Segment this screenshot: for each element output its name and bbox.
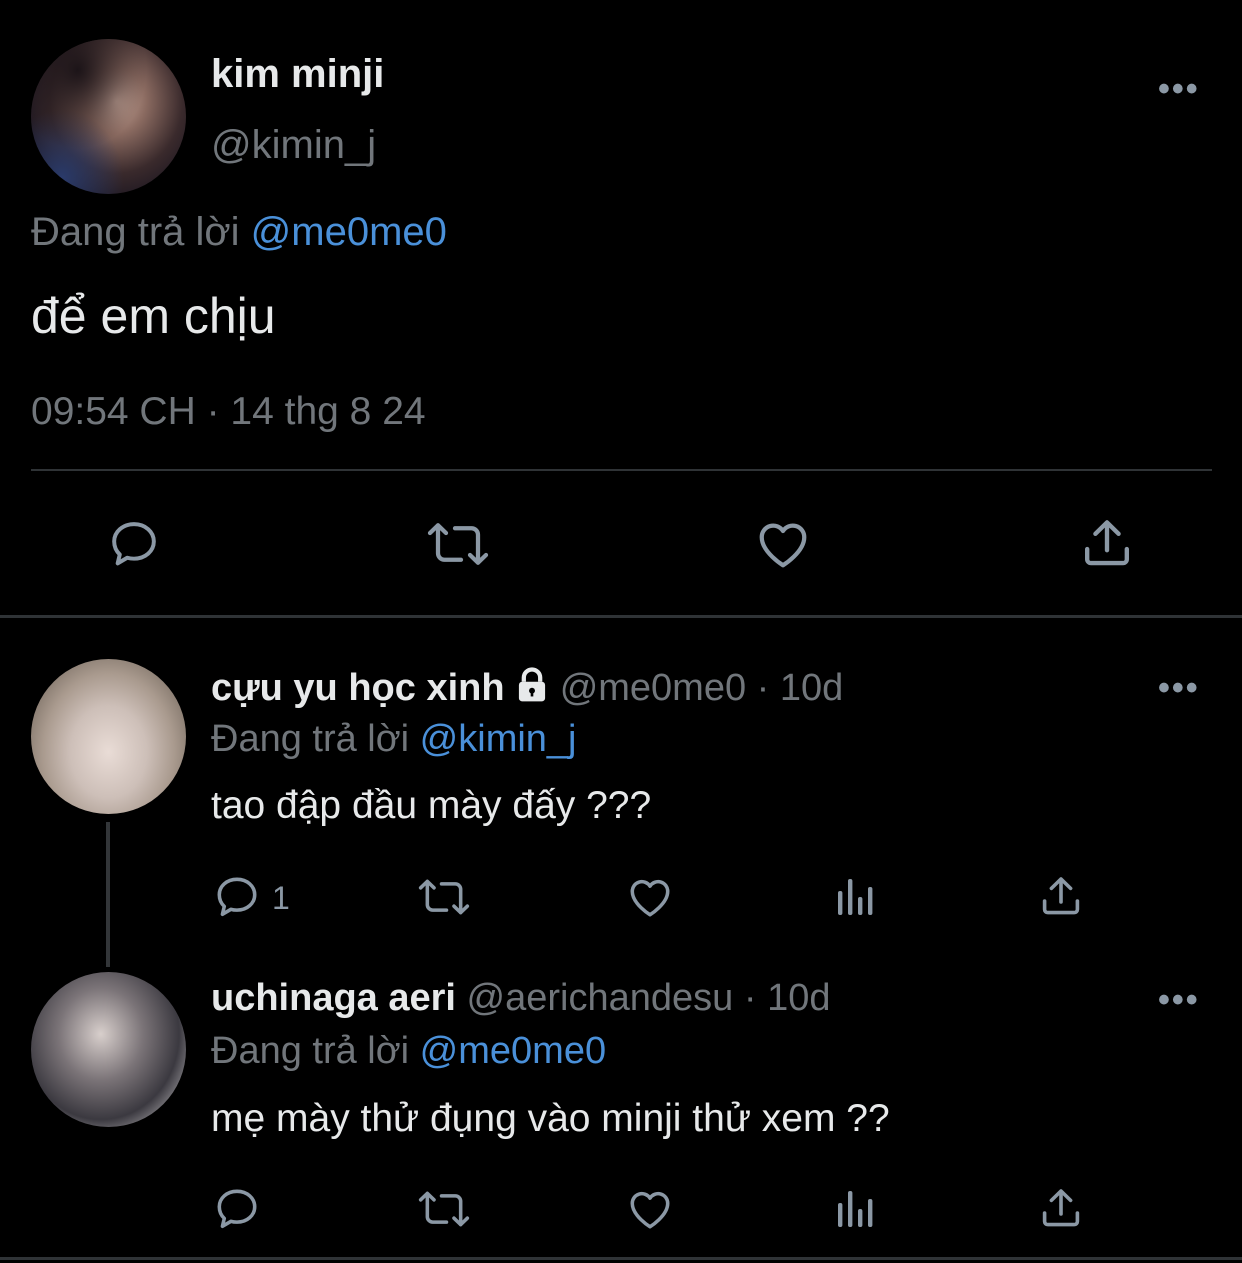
- reply-1-header: cựu yu học xinh @me0me0 · 10d: [211, 667, 843, 713]
- reply-1-replying-to: Đang trả lời @kimin_j: [211, 718, 577, 761]
- section-divider: [0, 615, 1242, 618]
- retweet-icon[interactable]: [425, 514, 491, 574]
- replying-to-line: Đang trả lời @me0me0: [31, 210, 447, 255]
- reply-2-display-name[interactable]: uchinaga aeri: [211, 977, 456, 1019]
- reply-1-reply-icon[interactable]: [212, 872, 262, 922]
- replying-to-prefix: Đang trả lời: [31, 210, 240, 254]
- tweet-timestamp[interactable]: 09:54 CH · 14 thg 8 24: [31, 390, 426, 434]
- author-handle[interactable]: @kimin_j: [211, 123, 376, 168]
- reply-1-more-options-icon[interactable]: •••: [1158, 671, 1200, 705]
- reply-2-reply-icon[interactable]: [212, 1184, 262, 1234]
- reply-1-share-icon[interactable]: [1037, 872, 1085, 920]
- replying-to-handle[interactable]: @kimin_j: [420, 718, 577, 760]
- bottom-divider: [0, 1257, 1242, 1260]
- more-options-icon[interactable]: •••: [1158, 72, 1200, 106]
- replying-to-handle[interactable]: @me0me0: [420, 1030, 606, 1072]
- reply-2-share-icon[interactable]: [1037, 1184, 1085, 1232]
- reply-2-retweet-icon[interactable]: [416, 1184, 472, 1234]
- lock-icon: [515, 667, 549, 713]
- avatar-reply-1[interactable]: [31, 659, 186, 814]
- tweet-text: để em chịu: [31, 288, 276, 344]
- like-icon[interactable]: [753, 514, 813, 574]
- avatar-kim-minji[interactable]: [31, 39, 186, 194]
- reply-2-more-options-icon[interactable]: •••: [1158, 983, 1200, 1017]
- reply-2-separator: ·: [733, 977, 768, 1019]
- divider: [31, 469, 1212, 471]
- reply-icon[interactable]: [106, 516, 162, 572]
- avatar-reply-2[interactable]: [31, 972, 186, 1127]
- share-icon[interactable]: [1078, 514, 1136, 572]
- reply-2-age[interactable]: 10d: [767, 977, 830, 1019]
- reply-1-age[interactable]: 10d: [780, 667, 843, 709]
- reply-1-like-icon[interactable]: [625, 872, 675, 922]
- thread-connector: [106, 822, 110, 967]
- reply-1-reply-count: 1: [272, 880, 290, 916]
- replying-to-prefix: Đang trả lời: [211, 1030, 410, 1072]
- reply-2-header: uchinaga aeri @aerichandesu · 10d: [211, 977, 830, 1020]
- replying-to-handle[interactable]: @me0me0: [251, 210, 447, 254]
- reply-1-display-name[interactable]: cựu yu học xinh: [211, 667, 505, 709]
- reply-1-separator: ·: [746, 667, 780, 709]
- replying-to-prefix: Đang trả lời: [211, 718, 410, 760]
- reply-1-handle[interactable]: @me0me0: [560, 667, 746, 709]
- reply-2-handle[interactable]: @aerichandesu: [467, 977, 734, 1019]
- reply-1-views-icon[interactable]: [832, 873, 880, 921]
- reply-1-text: tao đập đầu mày đấy ???: [211, 784, 652, 827]
- reply-2-text: mẹ mày thử đụng vào minji thử xem ??: [211, 1097, 890, 1140]
- reply-2-replying-to: Đang trả lời @me0me0: [211, 1030, 606, 1073]
- reply-1-retweet-icon[interactable]: [416, 872, 472, 922]
- author-display-name[interactable]: kim minji: [211, 52, 384, 97]
- reply-2-like-icon[interactable]: [625, 1184, 675, 1234]
- reply-2-views-icon[interactable]: [832, 1185, 880, 1233]
